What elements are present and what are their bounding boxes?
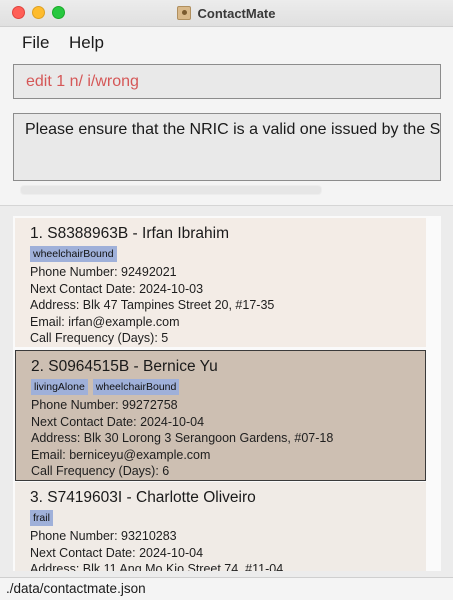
menu-file[interactable]: File	[22, 33, 49, 53]
tag-list: livingAlone wheelchairBound	[31, 379, 410, 397]
tag-label: wheelchairBound	[92, 379, 180, 395]
window-title: ContactMate	[197, 5, 276, 21]
window-title-group: ContactMate	[0, 4, 453, 22]
person-card-2-selected[interactable]: 2. S0964515B - Bernice Yu livingAlone wh…	[15, 350, 426, 481]
address-label: Address: Blk 30 Lorong 3 Serangoon Garde…	[31, 431, 334, 445]
person-card-1[interactable]: 1. S8388963B - Irfan Ibrahim wheelchairB…	[15, 218, 426, 347]
address-label: Address: Blk 11 Ang Mo Kio Street 74, #1…	[30, 562, 284, 571]
command-input[interactable]: edit 1 n/ i/wrong	[13, 64, 441, 99]
status-bar-file-path: ./data/contactmate.json	[0, 577, 453, 600]
phone-label: Phone Number: 93210283	[30, 529, 177, 543]
person-card-3[interactable]: 3. S7419603I - Charlotte Oliveiro frail …	[15, 482, 426, 571]
title-bar[interactable]: ContactMate	[0, 0, 453, 27]
address-label: Address: Blk 47 Tampines Street 20, #17-…	[30, 298, 275, 312]
menu-bar: File Help	[0, 27, 453, 57]
next-contact-label: Next Contact Date: 2024-10-04	[30, 545, 204, 560]
tag-label: frail	[30, 510, 53, 526]
contact-book-icon	[177, 6, 192, 20]
phone-label: Phone Number: 99272758	[31, 398, 178, 412]
person-list-panel: 1. S8388963B - Irfan Ibrahim wheelchairB…	[0, 205, 453, 578]
app-window: ContactMate File Help edit 1 n/ i/wrong …	[0, 0, 453, 600]
person-header: 1. S8388963B - Irfan Ibrahim	[30, 225, 230, 242]
result-display[interactable]: Please ensure that the NRIC is a valid o…	[13, 113, 441, 181]
next-contact-label: Next Contact Date: 2024-10-03	[30, 281, 204, 296]
next-contact-label: Next Contact Date: 2024-10-04	[31, 414, 205, 429]
person-header: 2. S0964515B - Bernice Yu	[31, 358, 218, 375]
person-list[interactable]: 1. S8388963B - Irfan Ibrahim wheelchairB…	[13, 216, 441, 571]
tag-label: wheelchairBound	[30, 246, 117, 262]
email-label: Email: irfan@example.com	[30, 314, 180, 329]
call-frequency-label: Call Frequency (Days): 5	[30, 331, 169, 345]
call-frequency-label: Call Frequency (Days): 6	[31, 464, 170, 478]
phone-label: Phone Number: 92492021	[30, 265, 177, 279]
tag-label: livingAlone	[31, 379, 88, 395]
menu-help[interactable]: Help	[69, 33, 104, 53]
email-label: Email: berniceyu@example.com	[31, 447, 211, 462]
result-horizontal-scrollbar[interactable]	[20, 185, 322, 195]
tag-list: wheelchairBound	[30, 246, 411, 264]
tag-list: frail	[30, 510, 411, 528]
person-header: 3. S7419603I - Charlotte Oliveiro	[30, 489, 256, 506]
